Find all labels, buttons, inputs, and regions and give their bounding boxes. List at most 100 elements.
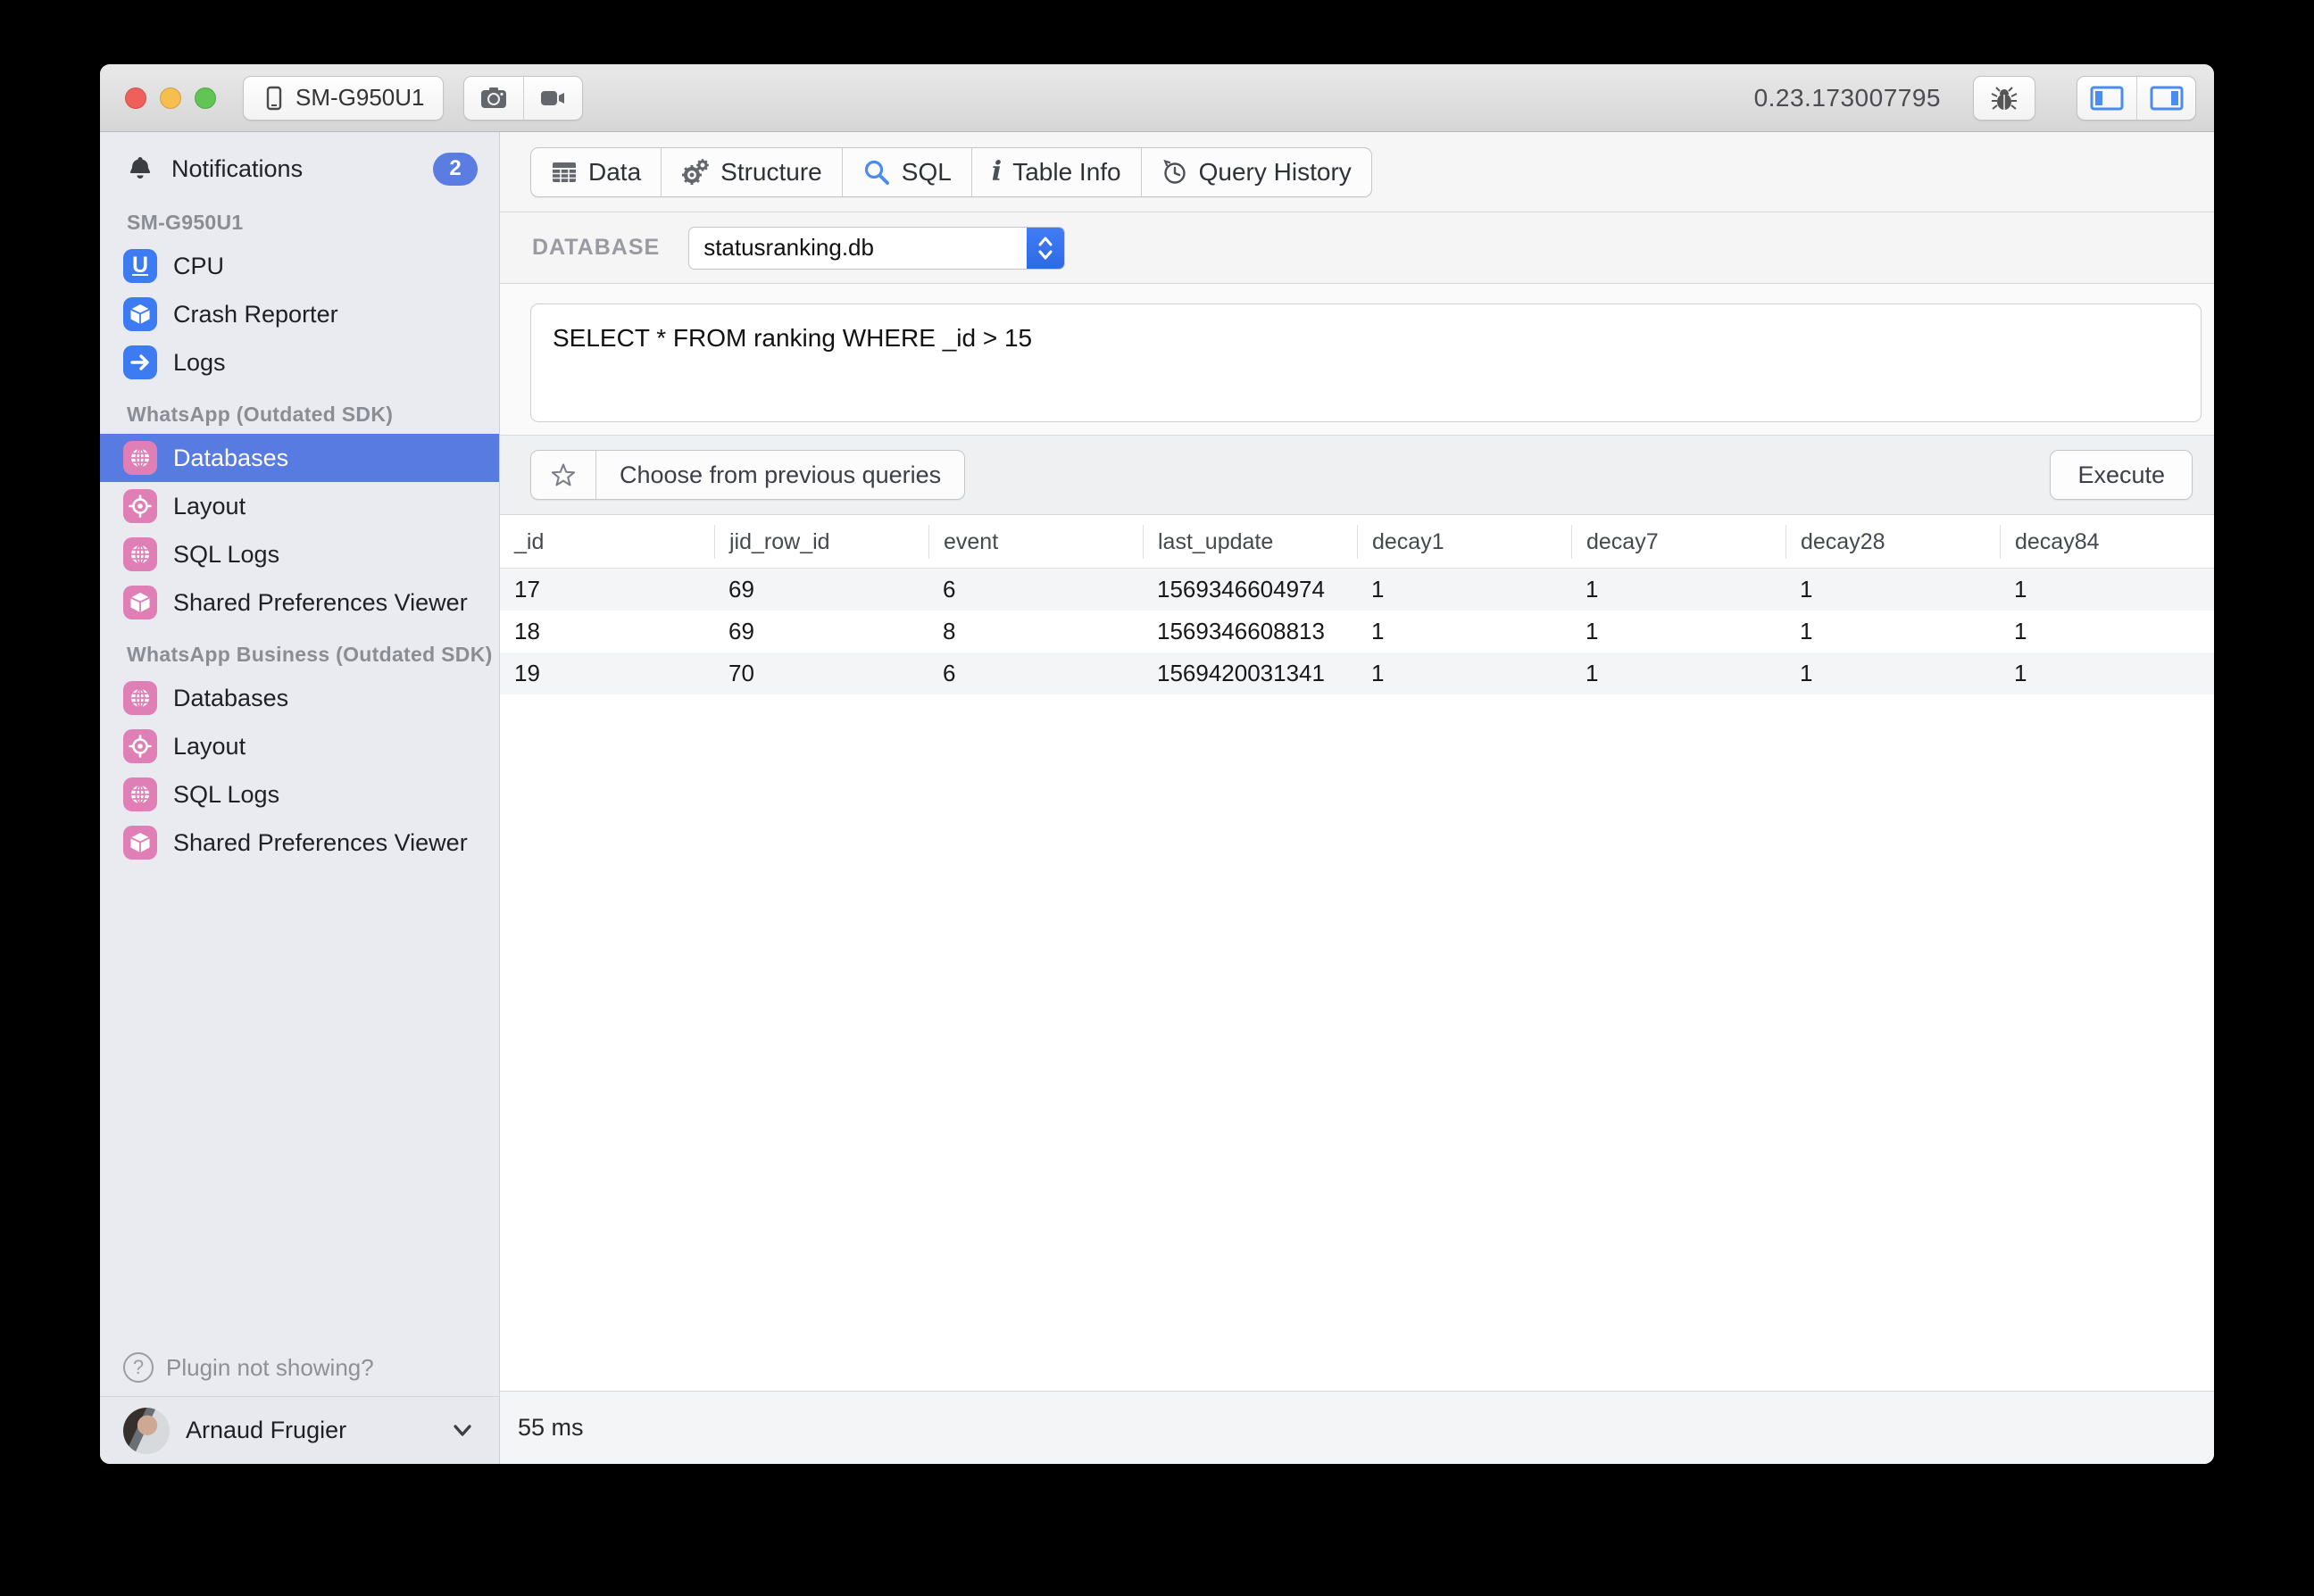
table-cell: 17	[500, 576, 714, 603]
star-icon	[550, 461, 577, 488]
column-header-decay84[interactable]: decay84	[2000, 525, 2214, 559]
sidebar-section-label: SM-G950U1	[100, 195, 499, 242]
column-header-decay7[interactable]: decay7	[1571, 525, 1785, 559]
zoom-window-button[interactable]	[195, 87, 216, 109]
sidebar-item-layout[interactable]: Layout	[100, 482, 499, 530]
favorite-query-button[interactable]	[531, 451, 595, 499]
column-header-last_update[interactable]: last_update	[1143, 525, 1357, 559]
sidebar-item-label: Databases	[173, 445, 288, 472]
close-window-button[interactable]	[125, 87, 146, 109]
video-icon	[537, 86, 568, 111]
table-row[interactable]: 1970615694200313411111	[500, 653, 2214, 694]
gears-icon	[681, 158, 710, 187]
screenshot-button[interactable]	[464, 77, 523, 120]
column-header-jid_row_id[interactable]: jid_row_id	[714, 525, 928, 559]
notifications-label: Notifications	[171, 155, 303, 183]
sql-query-input[interactable]: SELECT * FROM ranking WHERE _id > 15	[530, 303, 2202, 422]
execute-button[interactable]: Execute	[2050, 450, 2193, 500]
sidebar-item-databases[interactable]: Databases	[100, 434, 499, 482]
table-cell: 1	[2000, 660, 2214, 687]
screen-record-button[interactable]	[523, 77, 582, 120]
sidebar-item-shared-preferences-viewer[interactable]: Shared Preferences Viewer	[100, 819, 499, 867]
panel-left-icon	[2089, 84, 2125, 112]
query-section: SELECT * FROM ranking WHERE _id > 15	[500, 284, 2214, 436]
sidebar-item-databases[interactable]: Databases	[100, 674, 499, 722]
panel-right-icon	[2149, 84, 2185, 112]
sidebar-item-label: CPU	[173, 253, 224, 280]
cube-plugin-icon	[123, 826, 157, 860]
capture-button-group	[463, 76, 583, 121]
plugin-not-showing-link[interactable]: ? Plugin not showing?	[100, 1339, 499, 1396]
toggle-right-panel-button[interactable]	[2136, 77, 2195, 120]
table-cell: 1	[1571, 618, 1785, 645]
globe-plugin-icon	[123, 537, 157, 571]
column-header-_id[interactable]: _id	[500, 525, 714, 559]
table-cell: 6	[928, 576, 1143, 603]
bell-icon	[127, 154, 154, 183]
sidebar-item-cpu[interactable]: UCPU	[100, 242, 499, 290]
table-cell: 6	[928, 660, 1143, 687]
sidebar-item-layout[interactable]: Layout	[100, 722, 499, 770]
tab-sql[interactable]: SQL	[842, 148, 971, 196]
database-select[interactable]: statusranking.db	[688, 227, 1065, 270]
tab-query-history[interactable]: Query History	[1141, 148, 1371, 196]
previous-queries-group: Choose from previous queries	[530, 450, 965, 500]
column-header-event[interactable]: event	[928, 525, 1143, 559]
sidebar-section-label: WhatsApp Business (Outdated SDK)	[100, 627, 499, 674]
sidebar-item-label: Layout	[173, 493, 246, 520]
sidebar-item-label: SQL Logs	[173, 781, 279, 809]
table-cell: 18	[500, 618, 714, 645]
table-row[interactable]: 1869815693466088131111	[500, 611, 2214, 653]
sidebar-item-label: SQL Logs	[173, 541, 279, 569]
bug-icon	[1990, 84, 2019, 112]
avatar	[123, 1408, 170, 1454]
table-cell: 1	[1785, 618, 2000, 645]
sidebar-item-crash-reporter[interactable]: Crash Reporter	[100, 290, 499, 338]
grid-icon	[551, 160, 578, 185]
device-selector-button[interactable]: SM-G950U1	[243, 76, 444, 121]
column-header-decay1[interactable]: decay1	[1357, 525, 1571, 559]
toggle-left-panel-button[interactable]	[2077, 77, 2136, 120]
notifications-item[interactable]: Notifications 2	[100, 143, 499, 195]
sidebar-item-shared-preferences-viewer[interactable]: Shared Preferences Viewer	[100, 578, 499, 627]
sidebar-item-label: Crash Reporter	[173, 301, 338, 328]
column-header-decay28[interactable]: decay28	[1785, 525, 2000, 559]
arrow-plugin-icon	[123, 345, 157, 379]
select-arrows-icon	[1027, 228, 1064, 269]
table-header: _idjid_row_ideventlast_updatedecay1decay…	[500, 515, 2214, 569]
tab-structure[interactable]: Structure	[661, 148, 842, 196]
database-row: DATABASE statusranking.db	[500, 212, 2214, 284]
database-label: DATABASE	[532, 235, 660, 261]
user-menu[interactable]: Arnaud Frugier	[100, 1396, 499, 1464]
user-name: Arnaud Frugier	[186, 1417, 433, 1444]
sidebar-item-label: Shared Preferences Viewer	[173, 829, 468, 857]
sidebar-item-label: Layout	[173, 733, 246, 761]
camera-icon	[479, 85, 509, 112]
cube-plugin-icon	[123, 297, 157, 331]
screenshot-stage: SM-G950U1 0.23.173007795	[0, 0, 2314, 1596]
choose-previous-queries-button[interactable]: Choose from previous queries	[595, 451, 964, 499]
titlebar: SM-G950U1 0.23.173007795	[100, 64, 2214, 132]
globe-plugin-icon	[123, 681, 157, 715]
app-version: 0.23.173007795	[1754, 84, 1941, 112]
table-cell: 70	[714, 660, 928, 687]
tab-table-info[interactable]: iTable Info	[971, 148, 1141, 196]
window-controls	[125, 87, 216, 109]
sidebar-item-logs[interactable]: Logs	[100, 338, 499, 387]
sidebar-item-sql-logs[interactable]: SQL Logs	[100, 530, 499, 578]
tab-label: Data	[588, 158, 641, 187]
table-cell: 1	[1357, 576, 1571, 603]
search-icon	[862, 158, 891, 187]
report-bug-button[interactable]	[1973, 76, 2035, 121]
table-row[interactable]: 1769615693466049741111	[500, 569, 2214, 611]
notifications-badge: 2	[433, 153, 478, 186]
table-cell: 1569346604974	[1143, 576, 1357, 603]
minimize-window-button[interactable]	[160, 87, 181, 109]
table-cell: 1	[1571, 576, 1785, 603]
cube-plugin-icon	[123, 586, 157, 619]
tab-data[interactable]: Data	[531, 148, 661, 196]
sidebar-item-sql-logs[interactable]: SQL Logs	[100, 770, 499, 819]
main-panel: Data Structure SQLiTable InfoQuery History…	[500, 132, 2214, 1464]
table-cell: 8	[928, 618, 1143, 645]
tab-label: Structure	[720, 158, 822, 187]
